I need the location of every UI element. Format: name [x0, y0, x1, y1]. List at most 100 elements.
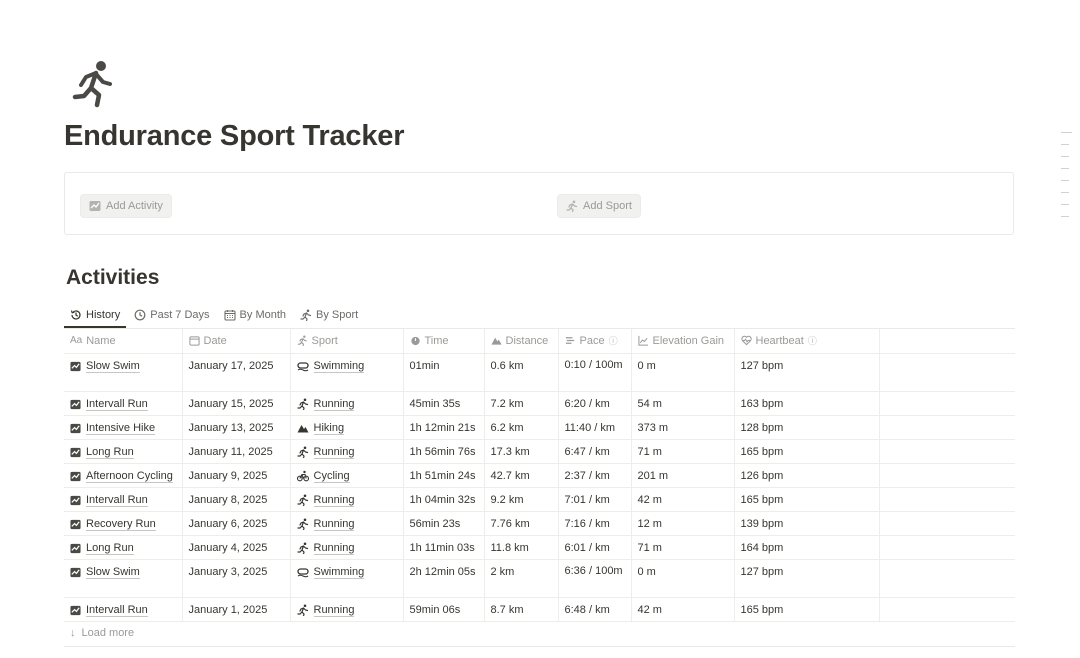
- table-row[interactable]: Intervall Run January 1, 2025 Running 59min…: [64, 597, 1015, 622]
- cell-empty[interactable]: [879, 597, 1015, 622]
- cell-elevation[interactable]: 71 m: [631, 535, 735, 560]
- cell-sport[interactable]: Swimming: [290, 353, 404, 392]
- cell-pace[interactable]: 11:40 / km: [558, 415, 632, 440]
- cell-pace[interactable]: 6:20 / km: [558, 391, 632, 416]
- cell-date[interactable]: January 15, 2025: [182, 391, 291, 416]
- cell-name[interactable]: Afternoon Cycling: [64, 463, 183, 488]
- sport-relation-link[interactable]: Running: [313, 398, 355, 411]
- tab-by-month[interactable]: By Month: [218, 304, 292, 326]
- cell-empty[interactable]: [879, 353, 1015, 392]
- cell-sport[interactable]: Cycling: [290, 463, 404, 488]
- column-header-pace[interactable]: Pace ⓘ: [558, 329, 632, 354]
- cell-time[interactable]: 1h 56min 76s: [403, 439, 485, 464]
- cell-sport[interactable]: Running: [290, 597, 404, 622]
- cell-date[interactable]: January 4, 2025: [182, 535, 291, 560]
- sport-relation-link[interactable]: Swimming: [313, 566, 365, 579]
- cell-empty[interactable]: [879, 463, 1015, 488]
- cell-empty[interactable]: [879, 439, 1015, 464]
- cell-distance[interactable]: 6.2 km: [484, 415, 559, 440]
- cell-distance[interactable]: 11.8 km: [484, 535, 559, 560]
- cell-name[interactable]: Long Run: [64, 535, 183, 560]
- cell-pace[interactable]: 7:01 / km: [558, 487, 632, 512]
- table-row[interactable]: Intervall Run January 8, 2025 Running 1h 04…: [64, 487, 1015, 512]
- table-row[interactable]: Afternoon Cycling January 9, 2025 Cycling 1…: [64, 463, 1015, 488]
- cell-name[interactable]: Slow Swim: [64, 353, 183, 392]
- cell-empty[interactable]: [879, 415, 1015, 440]
- activity-name-link[interactable]: Intervall Run: [86, 398, 148, 411]
- column-header-heartbeat[interactable]: Heartbeat ⓘ: [734, 329, 880, 354]
- cell-distance[interactable]: 8.7 km: [484, 597, 559, 622]
- cell-pace[interactable]: 7:16 / km: [558, 511, 632, 536]
- cell-distance[interactable]: 42.7 km: [484, 463, 559, 488]
- cell-distance[interactable]: 7.76 km: [484, 511, 559, 536]
- cell-distance[interactable]: 7.2 km: [484, 391, 559, 416]
- cell-time[interactable]: 1h 51min 24s: [403, 463, 485, 488]
- cell-heartbeat[interactable]: 163 bpm: [734, 391, 880, 416]
- cell-sport[interactable]: Hiking: [290, 415, 404, 440]
- tab-past-7-days[interactable]: Past 7 Days: [128, 304, 215, 326]
- cell-elevation[interactable]: 12 m: [631, 511, 735, 536]
- cell-heartbeat[interactable]: 127 bpm: [734, 559, 880, 598]
- load-more-button[interactable]: ↓ Load more: [70, 627, 134, 639]
- cell-heartbeat[interactable]: 164 bpm: [734, 535, 880, 560]
- cell-elevation[interactable]: 0 m: [631, 353, 735, 392]
- table-row[interactable]: Recovery Run January 6, 2025 Running 56min …: [64, 511, 1015, 536]
- cell-name[interactable]: Intensive Hike: [64, 415, 183, 440]
- activity-name-link[interactable]: Recovery Run: [86, 518, 156, 531]
- cell-elevation[interactable]: 42 m: [631, 487, 735, 512]
- cell-time[interactable]: 59min 06s: [403, 597, 485, 622]
- table-row[interactable]: Slow Swim January 3, 2025 Swimming 2h 12min…: [64, 559, 1015, 598]
- sport-relation-link[interactable]: Running: [313, 518, 355, 531]
- cell-empty[interactable]: [879, 487, 1015, 512]
- cell-sport[interactable]: Running: [290, 535, 404, 560]
- cell-time[interactable]: 1h 11min 03s: [403, 535, 485, 560]
- table-of-contents-outline[interactable]: [1061, 132, 1072, 228]
- column-header-sport[interactable]: Sport: [290, 329, 404, 354]
- cell-pace[interactable]: 6:48 / km: [558, 597, 632, 622]
- tab-by-sport[interactable]: By Sport: [294, 304, 364, 326]
- cell-name[interactable]: Long Run: [64, 439, 183, 464]
- sport-relation-link[interactable]: Swimming: [313, 360, 365, 373]
- table-row[interactable]: Long Run January 11, 2025 Running 1h 56min …: [64, 439, 1015, 464]
- cell-sport[interactable]: Swimming: [290, 559, 404, 598]
- column-header-distance[interactable]: Distance: [484, 329, 559, 354]
- add-sport-button[interactable]: Add Sport: [557, 194, 641, 218]
- add-activity-button[interactable]: Add Activity: [80, 194, 172, 218]
- cell-distance[interactable]: 9.2 km: [484, 487, 559, 512]
- column-header-empty[interactable]: [879, 329, 1015, 354]
- sport-relation-link[interactable]: Running: [313, 604, 355, 617]
- cell-date[interactable]: January 6, 2025: [182, 511, 291, 536]
- info-icon[interactable]: ⓘ: [609, 334, 618, 347]
- cell-date[interactable]: January 11, 2025: [182, 439, 291, 464]
- sport-relation-link[interactable]: Running: [313, 542, 355, 555]
- column-header-time[interactable]: Time: [403, 329, 485, 354]
- sport-relation-link[interactable]: Running: [313, 446, 355, 459]
- cell-date[interactable]: January 9, 2025: [182, 463, 291, 488]
- activity-name-link[interactable]: Intervall Run: [86, 604, 148, 617]
- table-row[interactable]: Long Run January 4, 2025 Running 1h 11min 0…: [64, 535, 1015, 560]
- cell-time[interactable]: 56min 23s: [403, 511, 485, 536]
- cell-time[interactable]: 2h 12min 05s: [403, 559, 485, 598]
- cell-distance[interactable]: 17.3 km: [484, 439, 559, 464]
- column-header-name[interactable]: Aa Name: [64, 329, 183, 354]
- cell-heartbeat[interactable]: 165 bpm: [734, 487, 880, 512]
- sport-relation-link[interactable]: Running: [313, 494, 355, 507]
- cell-pace[interactable]: 6:47 / km: [558, 439, 632, 464]
- cell-sport[interactable]: Running: [290, 439, 404, 464]
- cell-date[interactable]: January 1, 2025: [182, 597, 291, 622]
- cell-time[interactable]: 45min 35s: [403, 391, 485, 416]
- column-header-elevation[interactable]: Elevation Gain: [631, 329, 735, 354]
- column-header-date[interactable]: Date: [182, 329, 291, 354]
- cell-distance[interactable]: 2 km: [484, 559, 559, 598]
- cell-heartbeat[interactable]: 165 bpm: [734, 439, 880, 464]
- cell-heartbeat[interactable]: 127 bpm: [734, 353, 880, 392]
- cell-name[interactable]: Intervall Run: [64, 391, 183, 416]
- activity-name-link[interactable]: Long Run: [86, 542, 134, 555]
- table-row[interactable]: Intensive Hike January 13, 2025 Hiking 1h 1…: [64, 415, 1015, 440]
- cell-heartbeat[interactable]: 165 bpm: [734, 597, 880, 622]
- sport-relation-link[interactable]: Hiking: [313, 422, 345, 435]
- cell-time[interactable]: 1h 04min 32s: [403, 487, 485, 512]
- cell-name[interactable]: Recovery Run: [64, 511, 183, 536]
- cell-date[interactable]: January 17, 2025: [182, 353, 291, 392]
- cell-name[interactable]: Intervall Run: [64, 487, 183, 512]
